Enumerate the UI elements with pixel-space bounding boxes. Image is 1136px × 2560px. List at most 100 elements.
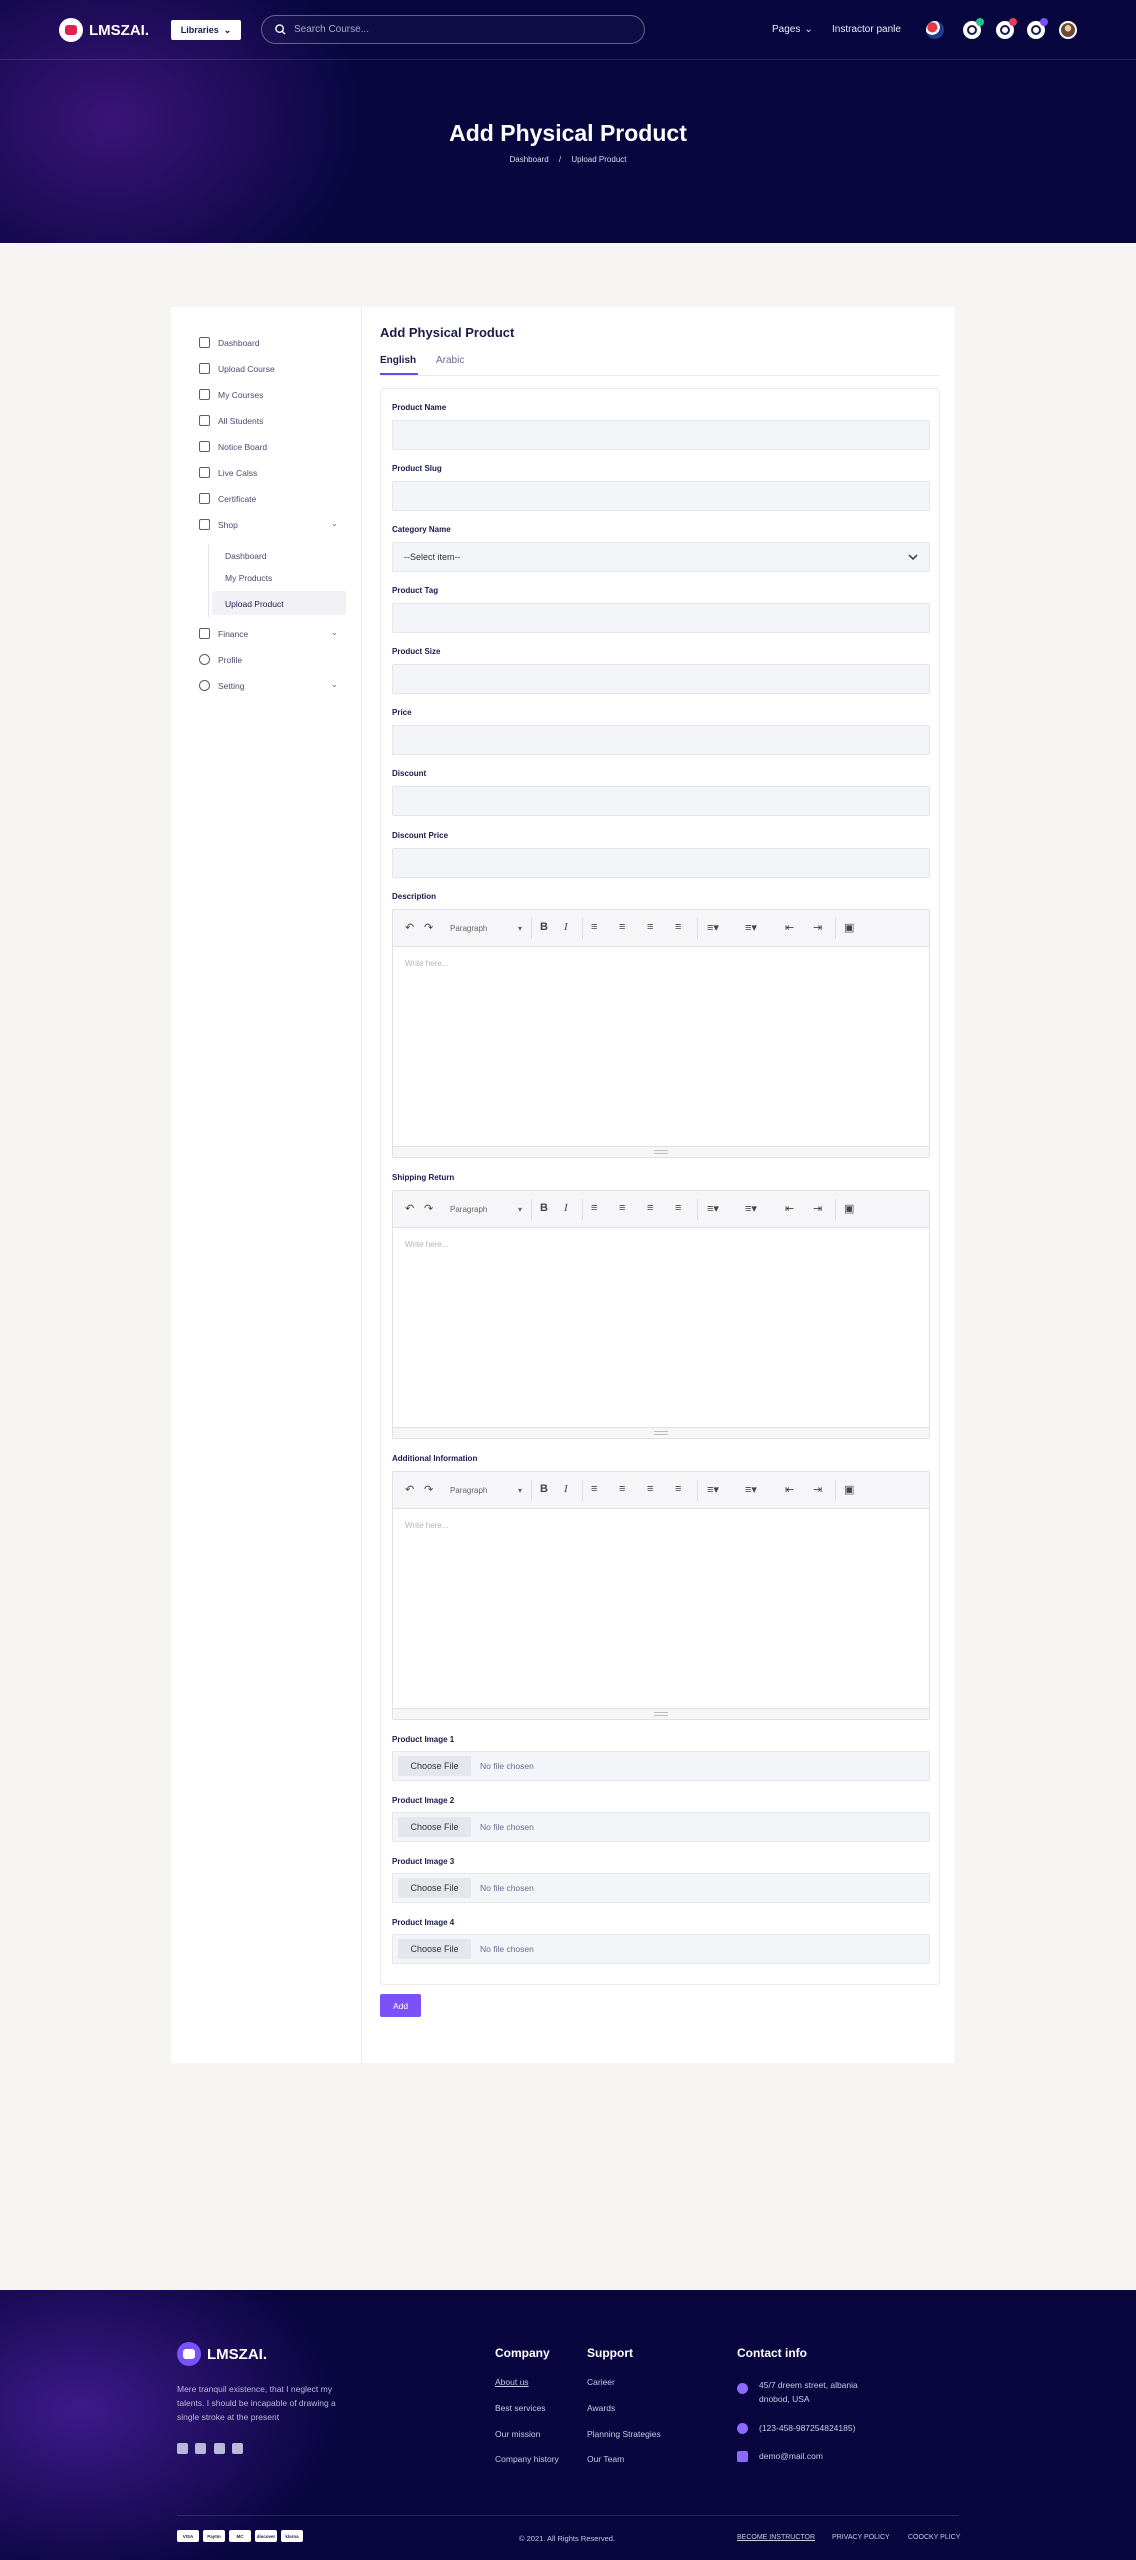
undo-icon[interactable]: ↶: [405, 921, 414, 934]
product-image-3-input[interactable]: Choose File No file chosen: [392, 1873, 930, 1903]
bullet-list-icon[interactable]: ≡▾: [707, 1483, 719, 1496]
sidebar-item-upload-course[interactable]: Upload Course: [199, 363, 275, 374]
align-justify-icon[interactable]: ≡: [675, 1202, 681, 1214]
footer-link-strategies[interactable]: Planning Strategies: [587, 2429, 661, 2439]
align-justify-icon[interactable]: ≡: [675, 1483, 681, 1495]
bullet-list-icon[interactable]: ≡▾: [707, 921, 719, 934]
sidebar-item-all-students[interactable]: All Students: [199, 415, 263, 426]
numbered-list-icon[interactable]: ≡▾: [745, 921, 757, 934]
cart-icon[interactable]: [996, 18, 1017, 39]
message-icon[interactable]: [1027, 18, 1048, 39]
undo-icon[interactable]: ↶: [405, 1202, 414, 1215]
outdent-icon[interactable]: ⇤: [785, 1483, 794, 1496]
align-left-icon[interactable]: ≡: [591, 921, 597, 933]
sidebar-item-finance[interactable]: Finance: [199, 628, 248, 639]
libraries-dropdown[interactable]: Libraries ⌄: [171, 20, 241, 40]
search-box[interactable]: [261, 15, 645, 44]
bold-icon[interactable]: B: [540, 1483, 548, 1495]
align-left-icon[interactable]: ≡: [591, 1483, 597, 1495]
bold-icon[interactable]: B: [540, 1202, 548, 1214]
price-input[interactable]: [392, 725, 930, 755]
sidebar-item-dashboard[interactable]: Dashboard: [199, 337, 260, 348]
resize-handle[interactable]: [393, 1427, 929, 1438]
align-right-icon[interactable]: ≡: [647, 1202, 653, 1214]
resize-handle[interactable]: [393, 1146, 929, 1157]
chevron-down-icon[interactable]: ⌄: [331, 519, 338, 528]
sidebar-item-certificate[interactable]: Certificate: [199, 493, 256, 504]
paragraph-format-select[interactable]: Paragraph ▾: [446, 919, 526, 938]
product-size-input[interactable]: [392, 664, 930, 694]
footer-logo[interactable]: LMSZAI.: [177, 2342, 267, 2366]
align-center-icon[interactable]: ≡: [619, 1483, 625, 1495]
bold-icon[interactable]: B: [540, 921, 548, 933]
footer-link-about[interactable]: About us: [495, 2377, 529, 2387]
indent-icon[interactable]: ⇥: [813, 1202, 822, 1215]
discount-input[interactable]: [392, 786, 930, 816]
redo-icon[interactable]: ↷: [424, 1483, 433, 1496]
tab-english[interactable]: English: [380, 355, 416, 366]
align-right-icon[interactable]: ≡: [647, 1483, 653, 1495]
privacy-policy-link[interactable]: PRIVACY POLICY: [832, 2534, 890, 2541]
notification-bell-icon[interactable]: [963, 18, 984, 39]
footer-link-career[interactable]: Carieer: [587, 2377, 615, 2387]
cookie-policy-link[interactable]: COOCKY PLICY: [908, 2534, 960, 2541]
product-slug-input[interactable]: [392, 481, 930, 511]
align-center-icon[interactable]: ≡: [619, 1202, 625, 1214]
numbered-list-icon[interactable]: ≡▾: [745, 1483, 757, 1496]
align-right-icon[interactable]: ≡: [647, 921, 653, 933]
product-tag-input[interactable]: [392, 603, 930, 633]
product-name-input[interactable]: [392, 420, 930, 450]
product-image-1-input[interactable]: Choose File No file chosen: [392, 1751, 930, 1781]
footer-link-services[interactable]: Best services: [495, 2403, 546, 2413]
contact-phone[interactable]: (123-458-987254824185): [759, 2421, 855, 2435]
facebook-icon[interactable]: [177, 2443, 188, 2454]
additional-information-textarea[interactable]: Write here...: [393, 1509, 929, 1709]
choose-file-button[interactable]: Choose File: [398, 1817, 471, 1837]
paragraph-format-select[interactable]: Paragraph ▾: [446, 1481, 526, 1500]
sidebar-subitem-dashboard[interactable]: Dashboard: [225, 551, 267, 561]
pages-menu[interactable]: Pages ⌄: [772, 24, 813, 35]
footer-link-team[interactable]: Our Team: [587, 2454, 624, 2464]
sidebar-subitem-my-products[interactable]: My Products: [225, 573, 272, 583]
align-center-icon[interactable]: ≡: [619, 921, 625, 933]
sidebar-item-my-courses[interactable]: My Courses: [199, 389, 263, 400]
product-image-4-input[interactable]: Choose File No file chosen: [392, 1934, 930, 1964]
redo-icon[interactable]: ↷: [424, 1202, 433, 1215]
align-justify-icon[interactable]: ≡: [675, 921, 681, 933]
italic-icon[interactable]: I: [564, 1483, 568, 1495]
italic-icon[interactable]: I: [564, 1202, 568, 1214]
sidebar-item-profile[interactable]: Profile: [199, 654, 242, 665]
align-left-icon[interactable]: ≡: [591, 1202, 597, 1214]
product-image-2-input[interactable]: Choose File No file chosen: [392, 1812, 930, 1842]
language-flag-icon[interactable]: [926, 21, 944, 39]
breadcrumb-dashboard[interactable]: Dashboard: [510, 155, 549, 164]
indent-icon[interactable]: ⇥: [813, 921, 822, 934]
discount-price-input[interactable]: [392, 848, 930, 878]
sidebar-item-notice-board[interactable]: Notice Board: [199, 441, 267, 452]
contact-email[interactable]: demo@mail.com: [759, 2449, 823, 2463]
outdent-icon[interactable]: ⇤: [785, 1202, 794, 1215]
sidebar-item-shop[interactable]: Shop: [199, 519, 238, 530]
italic-icon[interactable]: I: [564, 921, 568, 933]
footer-link-history[interactable]: Company history: [495, 2454, 559, 2464]
sidebar-subitem-upload-product[interactable]: Upload Product: [225, 599, 284, 609]
sidebar-item-live-class[interactable]: Live Calss: [199, 467, 257, 478]
footer-link-awards[interactable]: Awards: [587, 2403, 615, 2413]
search-input[interactable]: [294, 16, 624, 43]
tab-arabic[interactable]: Arabic: [436, 355, 464, 366]
resize-handle[interactable]: [393, 1708, 929, 1719]
bullet-list-icon[interactable]: ≡▾: [707, 1202, 719, 1215]
outdent-icon[interactable]: ⇤: [785, 921, 794, 934]
numbered-list-icon[interactable]: ≡▾: [745, 1202, 757, 1215]
image-icon[interactable]: ▣: [844, 1483, 854, 1496]
become-instructor-link[interactable]: BECOME INSTRUCTOR: [737, 2534, 815, 2541]
undo-icon[interactable]: ↶: [405, 1483, 414, 1496]
description-textarea[interactable]: Write here...: [393, 947, 929, 1147]
brand-logo[interactable]: LMSZAI.: [59, 18, 149, 42]
redo-icon[interactable]: ↷: [424, 921, 433, 934]
shipping-return-textarea[interactable]: Write here...: [393, 1228, 929, 1428]
indent-icon[interactable]: ⇥: [813, 1483, 822, 1496]
user-avatar[interactable]: [1059, 21, 1077, 39]
choose-file-button[interactable]: Choose File: [398, 1756, 471, 1776]
choose-file-button[interactable]: Choose File: [398, 1939, 471, 1959]
